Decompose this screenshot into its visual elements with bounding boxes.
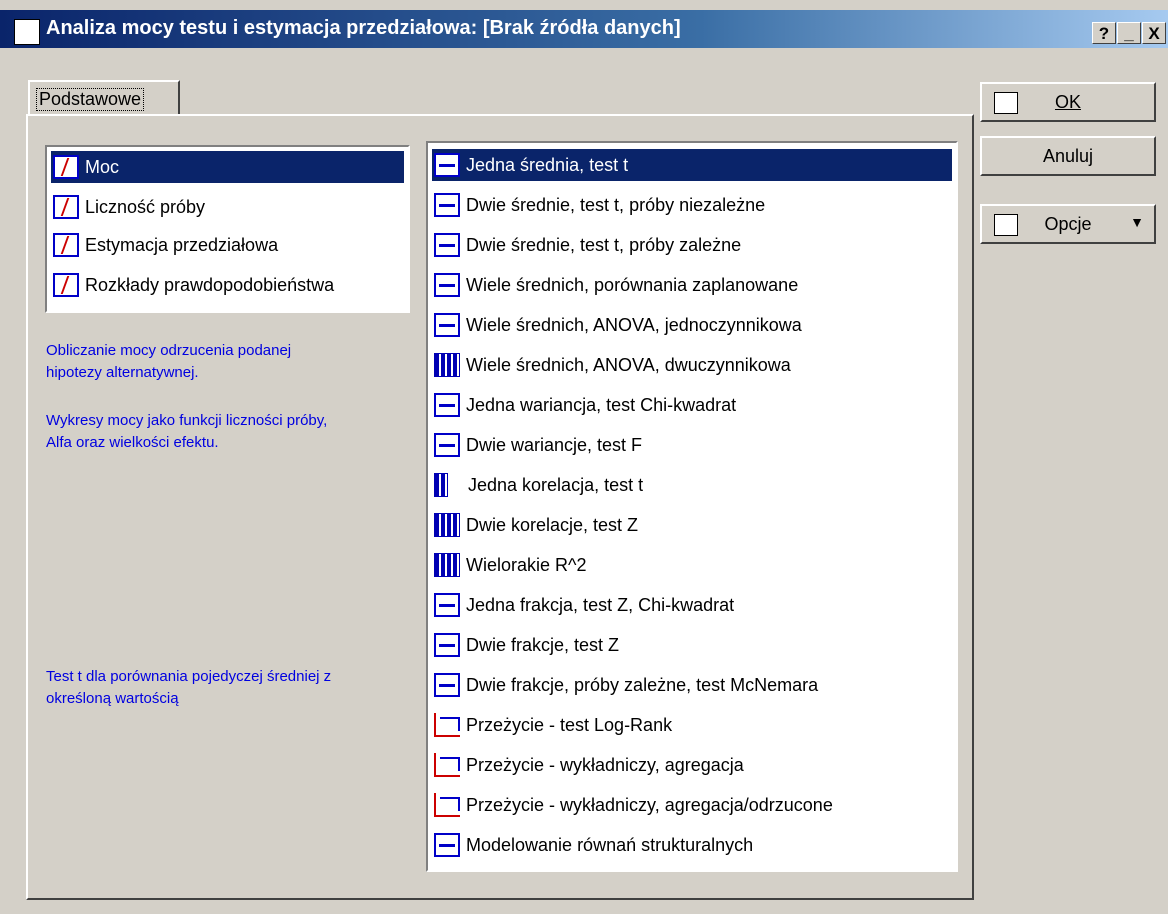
two-variances-icon: [434, 433, 460, 457]
list-item-two-means-independent[interactable]: Dwie średnie, test t, próby niezależne: [432, 189, 952, 221]
two-correlations-icon: [434, 513, 460, 537]
test-description: Test t dla porównania pojedyczej średnie…: [46, 668, 332, 707]
list-item-power[interactable]: Moc: [51, 151, 404, 183]
list-item-label: Dwie wariancje, test F: [466, 434, 643, 455]
title-bar[interactable]: Analiza mocy testu i estymacja przedział…: [0, 10, 1168, 48]
two-means-independent-icon: [434, 193, 460, 217]
list-item-label: Jedna korelacja, test t: [468, 474, 644, 495]
options-button[interactable]: Opcje ▼: [980, 204, 1156, 244]
mcnemar-icon: [434, 673, 460, 697]
list-item-two-correlations[interactable]: Dwie korelacje, test Z: [432, 509, 952, 541]
list-item-label: Dwie średnie, test t, próby niezależne: [466, 194, 766, 215]
list-item-label: Dwie średnie, test t, próby zależne: [466, 234, 742, 255]
list-item-label: Rozkłady prawdopodobieństwa: [85, 274, 335, 295]
spreadsheet-icon: [994, 92, 1018, 114]
list-item-label: Wiele średnich, ANOVA, jednoczynnikowa: [466, 314, 802, 335]
two-way-anova-icon: [434, 353, 460, 377]
survival-exponential-censored-icon: [434, 793, 460, 817]
list-item-one-proportion[interactable]: Jedna frakcja, test Z, Chi-kwadrat: [432, 589, 952, 621]
sample-size-icon: [53, 195, 79, 219]
two-proportions-icon: [434, 633, 460, 657]
list-item-label: Estymacja przedziałowa: [85, 234, 279, 255]
survival-logrank-icon: [434, 713, 460, 737]
list-item-two-means-dependent[interactable]: Dwie średnie, test t, próby zależne: [432, 229, 952, 261]
plots-description: Wykresy mocy jako funkcji liczności prób…: [46, 412, 328, 451]
window-title: Analiza mocy testu i estymacja przedział…: [46, 17, 681, 39]
one-way-anova-icon: [434, 313, 460, 337]
probability-distribution-icon: [53, 273, 79, 297]
interval-estimation-icon: [53, 233, 79, 257]
test-list[interactable]: Jedna średnia, test t Dwie średnie, test…: [426, 141, 958, 872]
list-item-one-correlation[interactable]: Jedna korelacja, test t: [432, 469, 952, 501]
list-item-label: Liczność próby: [85, 196, 206, 217]
list-item-label: Moc: [85, 156, 120, 177]
list-item-survival-exponential-censored[interactable]: Przeżycie - wykładniczy, agregacja/odrzu…: [432, 789, 952, 821]
list-item-sem[interactable]: Modelowanie równań strukturalnych: [432, 829, 952, 861]
one-proportion-icon: [434, 593, 460, 617]
one-mean-icon: [434, 153, 460, 177]
list-item-one-mean[interactable]: Jedna średnia, test t: [432, 149, 952, 181]
list-item-label: Jedna średnia, test t: [466, 154, 629, 175]
list-item-one-way-anova[interactable]: Wiele średnich, ANOVA, jednoczynnikowa: [432, 309, 952, 341]
tab-label: Podstawowe: [36, 88, 145, 111]
list-item-label: Wiele średnich, porównania zaplanowane: [466, 274, 799, 295]
list-item-one-variance[interactable]: Jedna wariancja, test Chi-kwadrat: [432, 389, 952, 421]
list-item-label: Dwie korelacje, test Z: [466, 514, 639, 535]
list-item-multiple-r2[interactable]: Wielorakie R^2: [432, 549, 952, 581]
two-means-dependent-icon: [434, 233, 460, 257]
help-button[interactable]: ?: [1092, 22, 1116, 44]
analysis-type-list[interactable]: Moc Liczność próby Estymacja przedziałow…: [45, 145, 410, 313]
list-item-label: Wielorakie R^2: [466, 554, 587, 575]
tab-podstawowe[interactable]: Podstawowe: [28, 80, 180, 116]
list-item-label: Przeżycie - wykładniczy, agregacja: [466, 754, 744, 775]
list-item-sample-size[interactable]: Liczność próby: [51, 191, 404, 223]
multiple-r2-icon: [434, 553, 460, 577]
list-item-survival-exponential[interactable]: Przeżycie - wykładniczy, agregacja: [432, 749, 952, 781]
list-item-label: Przeżycie - wykładniczy, agregacja/odrzu…: [466, 794, 833, 815]
list-item-two-way-anova[interactable]: Wiele średnich, ANOVA, dwuczynnikowa: [432, 349, 952, 381]
sem-icon: [434, 833, 460, 857]
one-correlation-icon: [434, 473, 448, 497]
list-item-two-variances[interactable]: Dwie wariancje, test F: [432, 429, 952, 461]
power-description: Obliczanie mocy odrzucenia podanej hipot…: [46, 342, 292, 381]
app-icon[interactable]: [14, 19, 40, 45]
list-item-label: Modelowanie równań strukturalnych: [466, 834, 754, 855]
list-item-mcnemar[interactable]: Dwie frakcje, próby zależne, test McNema…: [432, 669, 952, 701]
list-item-label: Jedna wariancja, test Chi-kwadrat: [466, 394, 737, 415]
survival-exponential-icon: [434, 753, 460, 777]
planned-comparisons-icon: [434, 273, 460, 297]
list-item-planned-comparisons[interactable]: Wiele średnich, porównania zaplanowane: [432, 269, 952, 301]
list-item-survival-logrank[interactable]: Przeżycie - test Log-Rank: [432, 709, 952, 741]
hammer-icon: [994, 214, 1018, 236]
ok-button[interactable]: OK: [980, 82, 1156, 122]
list-item-label: Wiele średnich, ANOVA, dwuczynnikowa: [466, 354, 791, 375]
list-item-probability-distributions[interactable]: Rozkłady prawdopodobieństwa: [51, 269, 404, 301]
minimize-button[interactable]: _: [1117, 22, 1141, 44]
power-icon: [53, 155, 79, 179]
dropdown-arrow-icon: ▼: [1130, 214, 1144, 230]
close-button[interactable]: X: [1142, 22, 1166, 44]
list-item-two-proportions[interactable]: Dwie frakcje, test Z: [432, 629, 952, 661]
list-item-label: Przeżycie - test Log-Rank: [466, 714, 673, 735]
one-variance-icon: [434, 393, 460, 417]
list-item-label: Dwie frakcje, test Z: [466, 634, 620, 655]
cancel-button[interactable]: Anuluj: [980, 136, 1156, 176]
list-item-label: Dwie frakcje, próby zależne, test McNema…: [466, 674, 819, 695]
list-item-interval-estimation[interactable]: Estymacja przedziałowa: [51, 229, 404, 261]
list-item-label: Jedna frakcja, test Z, Chi-kwadrat: [466, 594, 735, 615]
